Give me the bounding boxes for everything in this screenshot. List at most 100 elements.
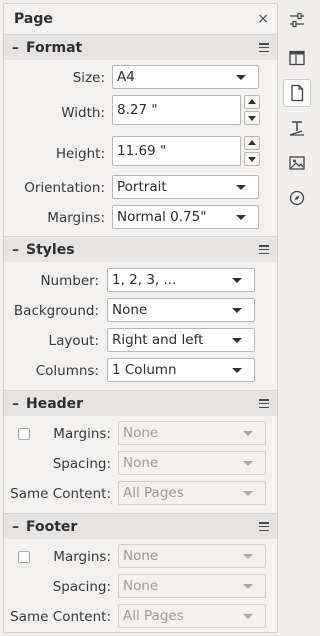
number-label: Number: xyxy=(40,273,99,289)
panel-title: Page xyxy=(14,11,53,27)
orientation-value: Portrait xyxy=(117,179,167,195)
header-margins-row: Margins: None xyxy=(4,421,277,447)
height-decrease-button[interactable] xyxy=(244,152,260,166)
header-same-content-row: Same Content: All Pages xyxy=(4,481,277,507)
chevron-down-icon xyxy=(243,614,253,619)
header-margins-value: None xyxy=(123,425,159,441)
menu-icon[interactable] xyxy=(259,399,269,408)
format-orientation-row: Orientation: Portrait xyxy=(4,175,277,201)
chevron-down-icon xyxy=(232,338,242,343)
size-label: Size: xyxy=(72,70,105,86)
panel-header: Page × xyxy=(4,4,277,34)
size-value: A4 xyxy=(117,69,135,85)
styles-background-row: Background: None xyxy=(4,298,277,324)
collapse-icon: – xyxy=(12,518,19,535)
orientation-dropdown[interactable]: Portrait xyxy=(112,175,259,199)
margins-value: Normal 0.75" xyxy=(117,209,207,225)
orientation-label: Orientation: xyxy=(24,180,105,196)
height-stepper xyxy=(244,136,260,166)
columns-value: 1 Column xyxy=(112,362,177,378)
chevron-down-icon xyxy=(243,461,253,466)
header-spacing-label: Spacing: xyxy=(52,456,111,472)
margins-dropdown[interactable]: Normal 0.75" xyxy=(112,205,259,229)
page-panel: Page × – Format Size: A4 Width: 8.27 " H… xyxy=(3,3,278,633)
height-value: 11.69 " xyxy=(117,143,167,159)
styles-layout-row: Layout: Right and left xyxy=(4,328,277,354)
header-spacing-dropdown: None xyxy=(118,451,266,475)
chevron-down-icon xyxy=(236,75,246,80)
footer-margins-row: Margins: None xyxy=(4,544,277,570)
chevron-down-icon xyxy=(243,491,253,496)
section-styles[interactable]: – Styles xyxy=(4,236,277,262)
arrow-up-icon xyxy=(248,99,256,104)
footer-same-content-row: Same Content: All Pages xyxy=(4,604,277,630)
footer-same-content-dropdown: All Pages xyxy=(118,604,266,628)
footer-toggle-checkbox[interactable] xyxy=(18,551,30,563)
chevron-down-icon xyxy=(243,431,253,436)
section-title-styles: Styles xyxy=(26,241,75,258)
section-header[interactable]: – Header xyxy=(4,390,277,416)
height-field[interactable]: 11.69 " xyxy=(112,136,241,166)
menu-icon[interactable] xyxy=(259,522,269,531)
section-title-footer: Footer xyxy=(26,518,78,535)
footer-spacing-label: Spacing: xyxy=(52,579,111,595)
format-height-row: Height: 11.69 " xyxy=(4,136,277,168)
section-title-header: Header xyxy=(26,395,84,412)
footer-spacing-row: Spacing: None xyxy=(4,574,277,600)
footer-margins-label: Margins: xyxy=(53,549,111,565)
chevron-down-icon xyxy=(236,185,246,190)
width-field[interactable]: 8.27 " xyxy=(112,95,241,125)
layout-value: Right and left xyxy=(112,332,204,348)
background-label: Background: xyxy=(13,303,99,319)
width-value: 8.27 " xyxy=(117,102,158,118)
styles-number-row: Number: 1, 2, 3, ... xyxy=(4,268,277,294)
chevron-down-icon xyxy=(243,554,253,559)
properties-sliders-icon[interactable] xyxy=(283,6,311,34)
header-same-content-dropdown: All Pages xyxy=(118,481,266,505)
width-label: Width: xyxy=(61,105,105,121)
gallery-text-style-icon[interactable] xyxy=(283,114,311,142)
header-spacing-value: None xyxy=(123,455,159,471)
navigator-compass-icon[interactable] xyxy=(283,184,311,212)
format-margins-row: Margins: Normal 0.75" xyxy=(4,205,277,231)
size-dropdown[interactable]: A4 xyxy=(112,65,259,89)
header-same-content-value: All Pages xyxy=(123,485,184,501)
page-icon[interactable] xyxy=(283,79,311,107)
columns-label: Columns: xyxy=(35,363,99,379)
margins-label: Margins: xyxy=(47,210,105,226)
section-format[interactable]: – Format xyxy=(4,34,277,60)
chevron-down-icon xyxy=(232,278,242,283)
menu-icon[interactable] xyxy=(259,245,269,254)
page-deck-window: Page × – Format Size: A4 Width: 8.27 " H… xyxy=(0,0,315,636)
header-toggle-checkbox[interactable] xyxy=(18,428,30,440)
number-dropdown[interactable]: 1, 2, 3, ... xyxy=(107,268,255,292)
width-decrease-button[interactable] xyxy=(244,111,260,125)
footer-margins-value: None xyxy=(123,548,159,564)
arrow-down-icon xyxy=(248,157,256,162)
image-icon[interactable] xyxy=(283,149,311,177)
width-increase-button[interactable] xyxy=(244,95,260,109)
footer-same-content-label: Same Content: xyxy=(10,609,111,625)
background-dropdown[interactable]: None xyxy=(107,298,255,322)
section-footer[interactable]: – Footer xyxy=(4,513,277,539)
columns-dropdown[interactable]: 1 Column xyxy=(107,358,255,382)
format-size-row: Size: A4 xyxy=(4,65,277,91)
header-margins-dropdown: None xyxy=(118,421,266,445)
layout-dropdown[interactable]: Right and left xyxy=(107,328,255,352)
header-spacing-row: Spacing: None xyxy=(4,451,277,477)
footer-margins-dropdown: None xyxy=(118,544,266,568)
footer-spacing-dropdown: None xyxy=(118,574,266,598)
height-increase-button[interactable] xyxy=(244,136,260,150)
arrow-down-icon xyxy=(248,116,256,121)
chevron-down-icon xyxy=(232,368,242,373)
styles-columns-row: Columns: 1 Column xyxy=(4,358,277,384)
collapse-icon: – xyxy=(12,395,19,412)
chevron-down-icon xyxy=(236,215,246,220)
menu-icon[interactable] xyxy=(259,43,269,52)
sidebar-tabbar xyxy=(281,0,315,636)
styles-icon[interactable] xyxy=(283,44,311,72)
header-margins-label: Margins: xyxy=(53,426,111,442)
width-stepper xyxy=(244,95,260,125)
close-icon[interactable]: × xyxy=(257,12,269,26)
footer-spacing-value: None xyxy=(123,578,159,594)
